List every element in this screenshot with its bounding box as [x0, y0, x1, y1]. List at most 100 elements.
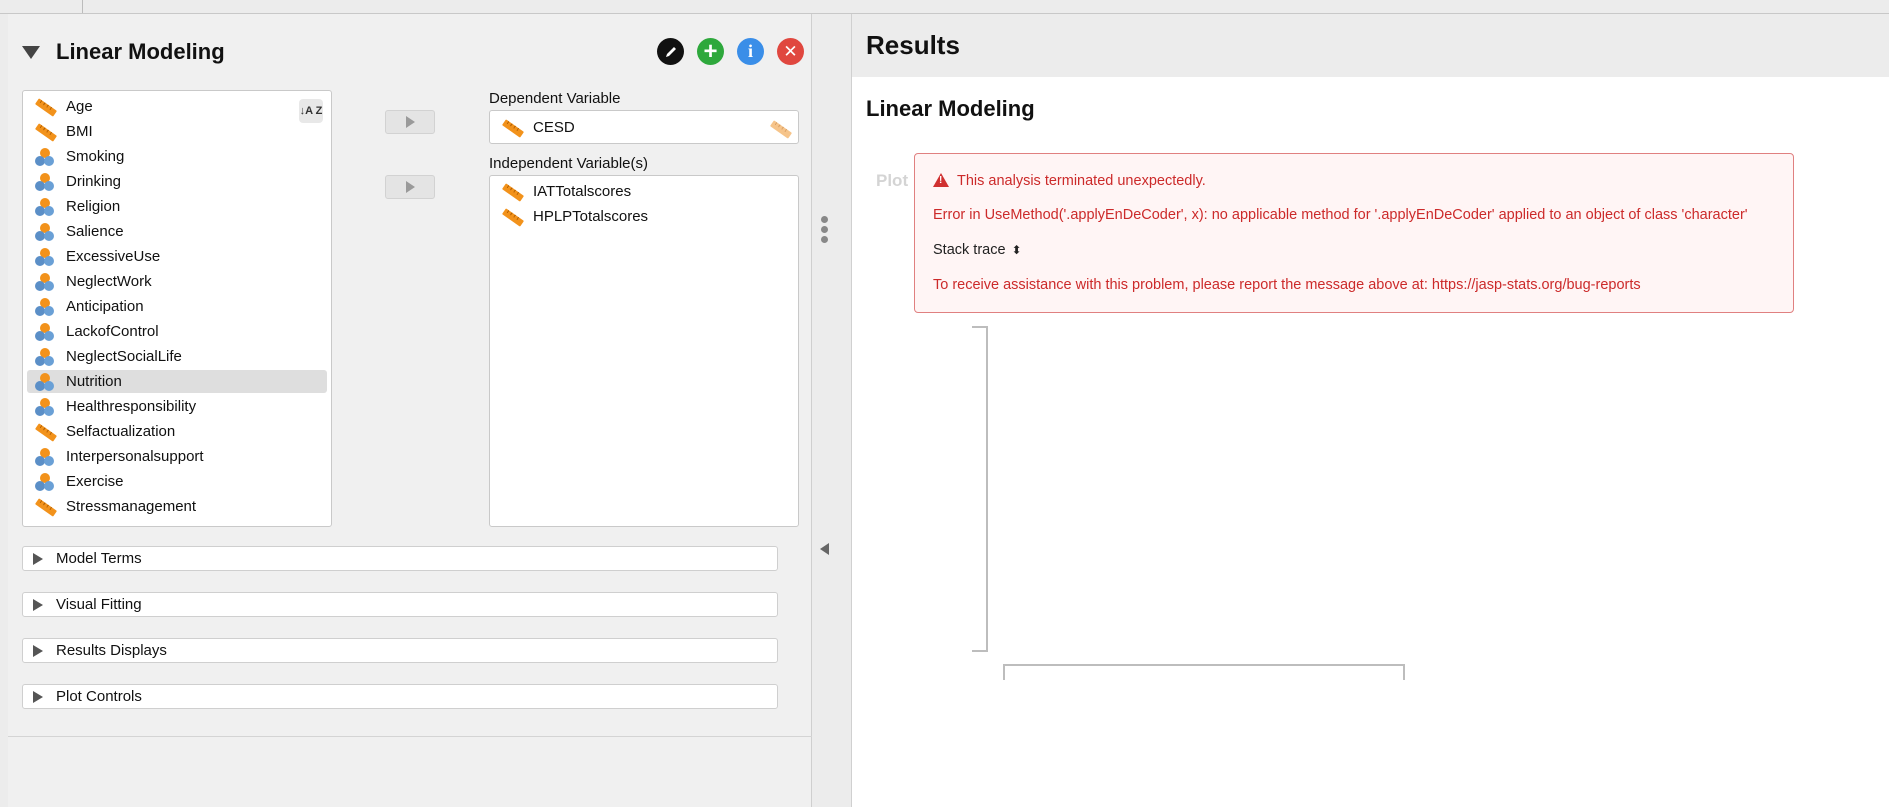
edit-title-button[interactable]: [657, 38, 684, 65]
panel-divider: [8, 736, 812, 737]
variable-label: Stressmanagement: [66, 498, 197, 515]
section-label: Plot Controls: [56, 688, 142, 705]
top-tab-strip: [0, 0, 1889, 14]
variable-item[interactable]: Religion: [27, 195, 327, 218]
variable-label: BMI: [66, 123, 93, 140]
expand-icon: [33, 644, 43, 657]
variable-label: Interpersonalsupport: [66, 448, 204, 465]
independent-variable-item[interactable]: IATTotalscores: [494, 180, 631, 203]
variable-item[interactable]: Anticipation: [27, 295, 327, 318]
section-results-displays[interactable]: Results Displays: [22, 638, 778, 663]
variable-item[interactable]: Smoking: [27, 145, 327, 168]
variable-item[interactable]: Exercise: [27, 470, 327, 493]
available-variables-list[interactable]: ↓A Z Age BMI Smoking Drinking Religion Salien…: [22, 90, 332, 527]
variable-item[interactable]: Stressmanagement: [27, 495, 327, 518]
variable-item[interactable]: Age: [27, 95, 327, 118]
nominal-icon: [35, 172, 55, 192]
independent-variable-item[interactable]: HPLPTotalscores: [494, 205, 648, 228]
independent-variable-label: HPLPTotalscores: [533, 208, 649, 225]
collapse-panel-icon[interactable]: [820, 543, 829, 555]
error-assistance: To receive assistance with this problem,…: [933, 277, 1641, 293]
variable-item[interactable]: Interpersonalsupport: [27, 445, 327, 468]
plot-placeholder-horizontal: [1003, 664, 1405, 680]
close-icon: ✕: [783, 41, 798, 61]
dependent-variable-box[interactable]: CESD: [489, 110, 799, 144]
expand-icon: [33, 690, 43, 703]
nominal-icon: [35, 297, 55, 317]
move-to-dependent-button[interactable]: [385, 110, 435, 134]
section-label: Visual Fitting: [56, 596, 142, 613]
plot-placeholder-vertical: [972, 326, 988, 652]
section-label: Results Displays: [56, 642, 167, 659]
plot-title: Plot: [876, 171, 909, 190]
variable-item[interactable]: Selfactualization: [27, 420, 327, 443]
nominal-icon: [35, 222, 55, 242]
error-message: Error in UseMethod('.applyEnDeCoder', x)…: [933, 207, 1748, 223]
variable-label: Nutrition: [66, 373, 122, 390]
independent-variables-box[interactable]: IATTotalscores HPLPTotalscores: [489, 175, 799, 527]
stack-trace-label: Stack trace: [933, 242, 1006, 258]
section-visual-fitting[interactable]: Visual Fitting: [22, 592, 778, 617]
variable-item[interactable]: Drinking: [27, 170, 327, 193]
drag-handle-icon[interactable]: [821, 216, 829, 243]
scale-icon: [501, 182, 525, 202]
allowed-scale-icon: [769, 119, 793, 139]
variable-label: Anticipation: [66, 298, 144, 315]
variable-item[interactable]: BMI: [27, 120, 327, 143]
error-message-box: This analysis terminated unexpectedly. E…: [914, 153, 1794, 313]
duplicate-analysis-button[interactable]: +: [697, 38, 724, 65]
results-heading: Results: [866, 30, 960, 60]
analysis-header[interactable]: Linear Modeling: [22, 38, 225, 66]
variable-item[interactable]: Healthresponsibility: [27, 395, 327, 418]
variable-label: Drinking: [66, 173, 122, 190]
expand-icon: [33, 598, 43, 611]
expand-icon: [33, 552, 43, 565]
nominal-icon: [35, 447, 55, 467]
variable-item[interactable]: ExcessiveUse: [27, 245, 327, 268]
nominal-icon: [35, 197, 55, 217]
collapse-analysis-icon[interactable]: [22, 45, 40, 59]
variable-label: NeglectSocialLife: [66, 348, 182, 365]
tab-divider: [82, 0, 83, 13]
variable-item[interactable]: Salience: [27, 220, 327, 243]
nominal-icon: [35, 247, 55, 267]
dependent-variable-label: Dependent Variable: [489, 90, 621, 107]
scale-icon: [34, 497, 58, 517]
variable-label: Exercise: [66, 473, 124, 490]
nominal-icon: [35, 372, 55, 392]
analysis-title: Linear Modeling: [56, 39, 225, 64]
remove-analysis-button[interactable]: ✕: [777, 38, 804, 65]
variable-item[interactable]: LackofControl: [27, 320, 327, 343]
variable-label: NeglectWork: [66, 273, 152, 290]
results-analysis-title: Linear Modeling: [866, 96, 1035, 121]
variable-item[interactable]: NeglectSocialLife: [27, 345, 327, 368]
dependent-variable-item[interactable]: CESD: [494, 116, 575, 139]
results-header-bar: [852, 14, 1889, 77]
variable-item[interactable]: NeglectWork: [27, 270, 327, 293]
dependent-variable-value: CESD: [533, 119, 575, 136]
section-label: Model Terms: [56, 550, 142, 567]
nominal-icon: [35, 322, 55, 342]
variable-item[interactable]: Nutrition: [27, 370, 327, 393]
nominal-icon: [35, 347, 55, 367]
nominal-icon: [35, 272, 55, 292]
stack-trace-toggle[interactable]: Stack trace ⬍: [933, 242, 1022, 258]
variable-label: LackofControl: [66, 323, 159, 340]
scale-icon: [501, 207, 525, 227]
variable-label: Smoking: [66, 148, 125, 165]
info-button[interactable]: i: [737, 38, 764, 65]
panel-splitter[interactable]: [812, 14, 852, 807]
move-to-independent-button[interactable]: [385, 175, 435, 199]
scale-icon: [501, 118, 525, 138]
section-model-terms[interactable]: Model Terms: [22, 546, 778, 571]
scale-icon: [34, 422, 58, 442]
warning-icon: [933, 173, 949, 187]
variable-label: Selfactualization: [66, 423, 176, 440]
expand-collapse-icon: ⬍: [1011, 243, 1022, 258]
pencil-icon: [665, 46, 676, 57]
independent-variables-label: Independent Variable(s): [489, 155, 648, 172]
variable-label: Healthresponsibility: [66, 398, 197, 415]
error-title: This analysis terminated unexpectedly.: [957, 173, 1206, 189]
info-icon: i: [747, 41, 753, 61]
section-plot-controls[interactable]: Plot Controls: [22, 684, 778, 709]
